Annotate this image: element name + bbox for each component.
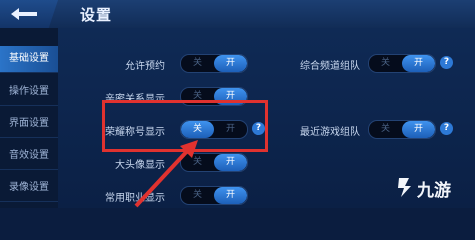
help-icon[interactable]: ? xyxy=(440,122,453,135)
toggle-on-option[interactable]: 开 xyxy=(402,55,435,72)
help-icon[interactable]: ? xyxy=(440,56,453,69)
toggle-off-option[interactable]: 关 xyxy=(369,55,402,72)
back-arrow-icon xyxy=(11,8,37,20)
toggle-off-option[interactable]: 关 xyxy=(369,121,402,138)
sidebar: 基础设置 操作设置 界面设置 音效设置 录像设置 xyxy=(0,28,58,208)
toggle-on-option[interactable]: 开 xyxy=(214,187,247,204)
toggle-off-option[interactable]: 关 xyxy=(181,55,214,72)
top-bar: 设置 xyxy=(0,0,475,29)
annotation-arrow-icon xyxy=(134,140,198,208)
page-title: 设置 xyxy=(80,6,113,24)
watermark-text: 九游 xyxy=(417,181,451,201)
toggle-on-option[interactable]: 开 xyxy=(214,55,247,72)
toggle-on-option[interactable]: 开 xyxy=(402,121,435,138)
watermark: 九游 xyxy=(395,176,451,202)
sidebar-item-controls[interactable]: 操作设置 xyxy=(0,79,58,106)
back-button[interactable] xyxy=(0,0,58,28)
setting-label-general-channel-team: 综合频道组队 xyxy=(300,61,360,72)
toggle-on-option[interactable]: 开 xyxy=(214,154,247,171)
setting-label-allow-reservation: 允许预约 xyxy=(125,61,165,72)
sidebar-item-basic[interactable]: 基础设置 xyxy=(0,46,58,73)
toggle-allow-reservation[interactable]: 关 开 xyxy=(180,54,248,73)
sidebar-item-audio[interactable]: 音效设置 xyxy=(0,143,58,170)
watermark-logo-icon xyxy=(398,178,411,197)
sidebar-item-replay[interactable]: 录像设置 xyxy=(0,175,58,202)
sidebar-item-interface[interactable]: 界面设置 xyxy=(0,111,58,138)
toggle-recent-game-team[interactable]: 关 开 xyxy=(368,120,436,139)
toggle-general-channel-team[interactable]: 关 开 xyxy=(368,54,436,73)
